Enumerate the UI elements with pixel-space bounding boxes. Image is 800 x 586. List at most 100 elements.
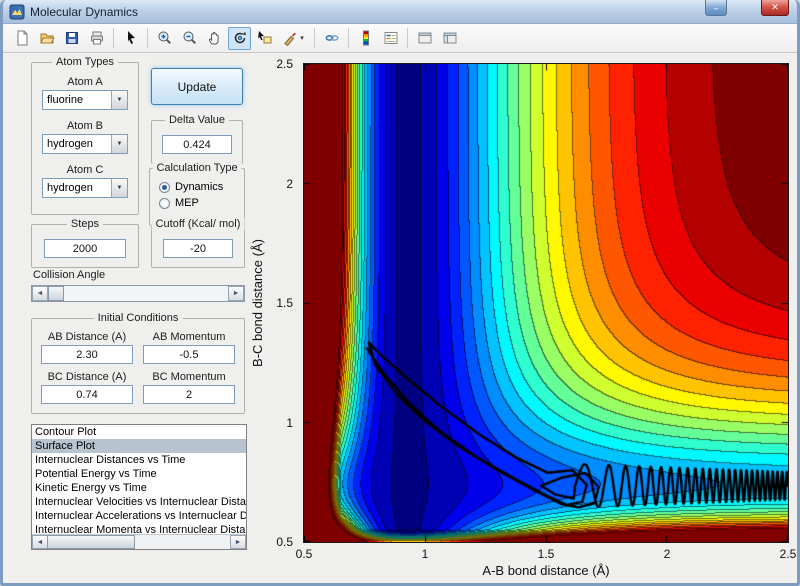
slider-left-arrow[interactable]: ◄ (32, 286, 48, 301)
pan-button[interactable] (203, 27, 226, 50)
print-button[interactable] (85, 27, 108, 50)
mep-radio[interactable] (159, 197, 170, 209)
new-document-icon (17, 30, 27, 46)
plot-list-item[interactable]: Potential Energy vs Time (32, 467, 246, 481)
plot-list-item[interactable]: Surface Plot (32, 439, 246, 453)
delta-value-input[interactable] (162, 135, 232, 154)
cutoff-input[interactable] (163, 239, 233, 258)
new-button[interactable] (10, 27, 33, 50)
y-tick-label: 2.5 (276, 57, 293, 71)
plot-type-list: Contour Plot Surface Plot Internuclear Dis… (32, 425, 246, 534)
dropdown-arrow-icon[interactable]: ▼ (111, 135, 127, 153)
dynamics-radio-label: Dynamics (175, 181, 224, 193)
mep-radio-row[interactable]: MEP (159, 197, 244, 209)
ab-distance-input[interactable] (41, 345, 133, 364)
x-tick-label: 1 (421, 547, 429, 561)
collision-angle-slider[interactable]: ◄ ► (31, 285, 245, 302)
plot-list-item[interactable]: Internuclear Distances vs Time (32, 453, 246, 467)
hide-plot-tools-button[interactable] (413, 27, 436, 50)
update-button[interactable]: Update (151, 68, 243, 105)
brush-dropdown-arrow-icon: ▾ (300, 35, 304, 42)
toolbar-separator (147, 28, 148, 48)
bc-distance-label: BC Distance (A) (47, 371, 127, 383)
atom-types-title: Atom Types (52, 56, 118, 68)
pan-hand-icon (208, 32, 219, 45)
y-tick-label: 0.5 (276, 535, 293, 549)
hscroll-left-arrow[interactable]: ◄ (32, 535, 48, 549)
atom-c-dropdown[interactable]: hydrogen ▼ (42, 178, 128, 198)
close-glyph: ✕ (771, 2, 779, 12)
save-button[interactable] (60, 27, 83, 50)
update-button-label: Update (177, 79, 217, 94)
legend-icon (384, 32, 397, 44)
bc-momentum-label: BC Momentum (152, 371, 226, 383)
toolbar-separator (314, 28, 315, 48)
dropdown-arrow-icon[interactable]: ▼ (111, 179, 127, 197)
plot-list-item[interactable]: Kinetic Energy vs Time (32, 481, 246, 495)
zoom-in-button[interactable] (153, 27, 176, 50)
arrow-cursor-icon (127, 31, 135, 44)
ab-momentum-input[interactable] (143, 345, 235, 364)
data-cursor-button[interactable] (253, 27, 276, 50)
cutoff-panel: Cutoff (Kcal/ mol) (151, 218, 245, 268)
show-plot-tools-button[interactable] (438, 27, 461, 50)
dynamics-radio-row[interactable]: Dynamics (159, 181, 244, 193)
printer-icon (90, 31, 103, 45)
window-title: Molecular Dynamics (30, 5, 139, 19)
rotate-3d-button[interactable] (228, 26, 251, 50)
minimize-glyph: – (713, 2, 719, 13)
initial-conditions-title: Initial Conditions (93, 312, 183, 324)
hide-plot-tools-icon (418, 32, 431, 44)
close-button[interactable]: ✕ (761, 0, 789, 16)
slider-thumb[interactable] (48, 286, 64, 301)
plot-list-item[interactable]: Internuclear Accelerations vs Internucle… (32, 509, 246, 523)
x-axis-label: A-B bond distance (Å) (482, 563, 610, 578)
show-plot-tools-icon (443, 32, 456, 44)
zoom-in-icon (158, 31, 171, 45)
steps-panel: Steps (31, 218, 139, 268)
x-tick-label: 2 (663, 547, 671, 561)
zoom-out-button[interactable] (178, 27, 201, 50)
plot-axes (303, 63, 789, 543)
app-icon (9, 4, 25, 20)
plot-list-item[interactable]: Contour Plot (32, 425, 246, 439)
open-button[interactable] (35, 27, 58, 50)
y-axis-label: B-C bond distance (Å) (250, 239, 265, 367)
ab-momentum-label: AB Momentum (152, 331, 226, 343)
atom-types-panel: Atom Types Atom A fluorine ▼ Atom B hydr… (31, 56, 139, 215)
dropdown-arrow-icon[interactable]: ▼ (111, 91, 127, 109)
listbox-hscrollbar[interactable]: ◄ ► (32, 534, 246, 549)
dynamics-radio[interactable] (159, 181, 170, 193)
rotate-3d-icon (234, 31, 246, 44)
hscroll-right-arrow[interactable]: ► (230, 535, 246, 549)
insert-colorbar-button[interactable] (354, 27, 377, 50)
brush-button[interactable]: ▾ (278, 27, 309, 50)
y-tick-label: 1 (286, 415, 293, 430)
titlebar[interactable]: Molecular Dynamics – ✕ (3, 0, 797, 24)
brush-icon (284, 32, 296, 46)
contour-plot-canvas[interactable] (304, 64, 788, 542)
atom-b-dropdown[interactable]: hydrogen ▼ (42, 134, 128, 154)
ab-distance-label: AB Distance (A) (47, 331, 127, 343)
edit-cursor-button[interactable] (119, 27, 142, 50)
calculation-type-title: Calculation Type (152, 162, 242, 174)
steps-input[interactable] (44, 239, 126, 258)
plot-list-item[interactable]: Internuclear Momenta vs Internuclear Dis… (32, 523, 246, 534)
insert-legend-button[interactable] (379, 27, 402, 50)
y-tick-label: 2 (286, 176, 293, 191)
bc-momentum-input[interactable] (143, 385, 235, 404)
bc-distance-input[interactable] (41, 385, 133, 404)
atom-a-dropdown[interactable]: fluorine ▼ (42, 90, 128, 110)
atom-b-label: Atom B (66, 120, 104, 132)
colorbar-icon (362, 30, 369, 46)
hscroll-thumb[interactable] (47, 535, 135, 549)
minimize-button[interactable]: – (705, 0, 727, 16)
slider-right-arrow[interactable]: ► (228, 286, 244, 301)
cutoff-title: Cutoff (Kcal/ mol) (151, 218, 245, 230)
save-floppy-icon (65, 32, 78, 44)
plot-list-item[interactable]: Internuclear Velocities vs Internuclear … (32, 495, 246, 509)
plot-type-listbox[interactable]: Contour Plot Surface Plot Internuclear Dis… (31, 424, 247, 550)
open-folder-icon (39, 33, 55, 44)
initial-conditions-panel: Initial Conditions AB Distance (A) AB Mo… (31, 312, 245, 414)
link-plots-button[interactable] (320, 27, 343, 50)
